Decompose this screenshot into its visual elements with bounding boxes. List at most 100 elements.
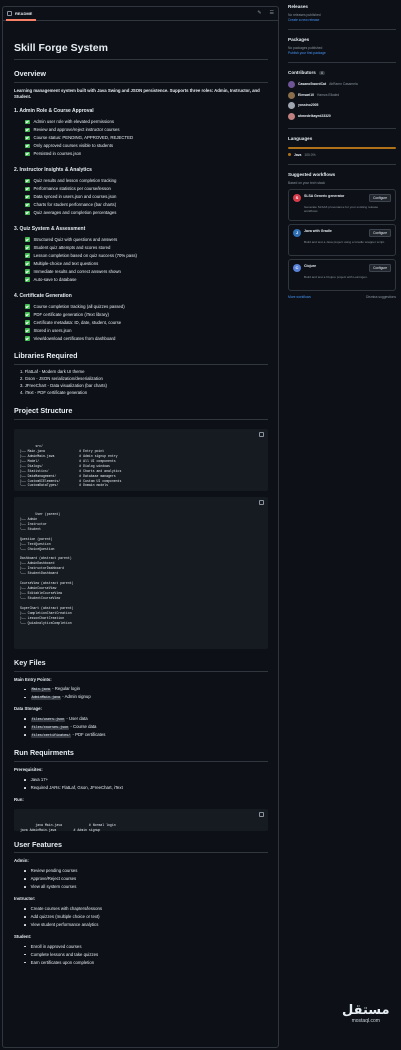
libraries-heading: Libraries Required <box>14 351 268 366</box>
checked-checkbox-icon[interactable] <box>25 328 30 333</box>
outline-menu-icon[interactable]: ☰ <box>270 10 274 17</box>
contributor-item[interactable]: Elmsari10 Hamza Elkaled <box>288 90 396 101</box>
task-item: Stored in users.json <box>25 326 268 334</box>
list-item-text: Review pending courses <box>30 868 78 874</box>
overview-heading: Overview <box>14 69 268 83</box>
library-item: 4. iText - PDF certificate generation <box>20 390 88 396</box>
task-item: Admin user role with elevated permission… <box>25 118 268 126</box>
task-item: Quiz results and lesson completion track… <box>25 177 268 185</box>
checked-checkbox-icon[interactable] <box>25 269 30 274</box>
checked-checkbox-icon[interactable] <box>25 186 30 192</box>
language-item[interactable]: Java 100.0% <box>288 153 396 157</box>
readme-tab[interactable]: README <box>7 11 32 16</box>
checked-checkbox-icon[interactable] <box>25 253 30 258</box>
task-text: Persisted in courses.json <box>33 151 82 157</box>
checked-checkbox-icon[interactable] <box>25 261 30 266</box>
checked-checkbox-icon[interactable] <box>25 119 30 125</box>
bullet-dot <box>24 878 26 880</box>
list-item: AdminMain.java - Admin signup <box>24 693 268 701</box>
copy-icon[interactable] <box>259 811 264 817</box>
copy-icon[interactable] <box>259 499 264 505</box>
checked-checkbox-icon[interactable] <box>25 151 30 157</box>
bullet-dot <box>24 696 26 699</box>
configure-button[interactable]: Configure <box>369 263 391 272</box>
task-text: Performance statistics per course/lesson <box>33 186 111 192</box>
configure-button[interactable]: Configure <box>369 228 391 237</box>
workflow-logo-icon: J <box>293 228 301 237</box>
book-icon <box>7 10 12 16</box>
code-run-text: java Main.java # Normal login java Admin… <box>20 823 116 833</box>
contributor-username[interactable]: ahmedelkayed23320 <box>298 114 331 119</box>
releases-title[interactable]: Releases <box>288 4 396 10</box>
contributors-count: 4 <box>318 71 325 76</box>
checked-checkbox-icon[interactable] <box>25 320 30 325</box>
avatar[interactable] <box>288 112 295 120</box>
avatar[interactable] <box>288 91 295 99</box>
java-color-dot <box>288 153 291 157</box>
publish-package-link[interactable]: Publish your first package <box>288 51 396 55</box>
contributor-item[interactable]: ahmedelkayed23320 <box>288 111 396 122</box>
prereq-label: Prerequisites: <box>14 766 43 772</box>
task-item: Student quiz attempts and scores stored <box>25 244 268 252</box>
create-release-link[interactable]: Create a new release <box>288 18 396 22</box>
task-item: Review and approve/reject instructor cou… <box>25 126 268 134</box>
languages-section: Languages Java 100.0% <box>288 136 396 165</box>
task-item: Course status: PENDING, APPROVED, REJECT… <box>25 134 268 142</box>
checked-checkbox-icon[interactable] <box>25 135 30 141</box>
checked-checkbox-icon[interactable] <box>25 194 30 200</box>
checked-checkbox-icon[interactable] <box>25 143 30 149</box>
readme-panel: README ✎ ☰ Skill Forge System Overview L… <box>2 6 279 1048</box>
list-item: Java 17+ <box>24 776 268 784</box>
checked-checkbox-icon[interactable] <box>25 202 30 208</box>
list-item-text: Create courses with chapters/lessons <box>30 905 103 911</box>
list-item-text: View all system courses <box>30 884 77 890</box>
readme-header: README ✎ ☰ <box>3 7 278 21</box>
checked-checkbox-icon[interactable] <box>25 245 30 250</box>
avatar[interactable] <box>288 81 295 89</box>
checked-checkbox-icon[interactable] <box>25 304 30 309</box>
task-item: View/download certificates from dashboar… <box>25 334 268 342</box>
list-item-text: - Course data <box>69 723 97 729</box>
list-item-text: - PDF certificates <box>71 731 106 737</box>
list-item-content: files/courses.json - Course data <box>30 723 97 731</box>
checked-checkbox-icon[interactable] <box>25 178 30 184</box>
inline-code: Main.java <box>30 688 51 693</box>
contributor-username[interactable]: Elmsari10 <box>298 93 314 98</box>
more-workflows-link[interactable]: More workflows <box>288 295 311 299</box>
task-item: Auto-save to database <box>25 276 268 284</box>
checked-checkbox-icon[interactable] <box>25 210 30 216</box>
workflow-name: SLSA Generic generator <box>304 193 345 198</box>
contributor-item[interactable]: CasanoSwordCat AbRamn Casamela <box>288 79 396 90</box>
library-item: 3. JFreeChart - Data visualization (bar … <box>20 383 107 389</box>
contributor-username[interactable]: yossino2005 <box>298 103 318 108</box>
list-item-text: Approve/Reject courses <box>30 876 77 882</box>
list-item-text: - Admin signup <box>61 694 91 700</box>
checked-checkbox-icon[interactable] <box>25 237 30 242</box>
checked-checkbox-icon[interactable] <box>25 336 30 341</box>
copy-icon[interactable] <box>259 431 264 437</box>
list-item-text: Add quizzes (multiple choice or text) <box>30 913 100 919</box>
list-item: View student performance analytics <box>24 921 268 929</box>
code-block-hierarchy: User (parent) ├── Admin ├── Instructor └… <box>14 496 268 649</box>
dismiss-suggestions-link[interactable]: Dismiss suggestions <box>366 295 396 299</box>
packages-title[interactable]: Packages <box>288 37 396 43</box>
readme-actions: ✎ ☰ <box>257 10 274 17</box>
list-item-content: AdminMain.java - Admin signup <box>30 694 91 701</box>
checked-checkbox-icon[interactable] <box>25 312 30 317</box>
edit-pencil-icon[interactable]: ✎ <box>257 10 261 17</box>
bullet-dot <box>24 870 26 872</box>
configure-button[interactable]: Configure <box>369 193 391 202</box>
task-text: View/download certificates from dashboar… <box>33 335 116 341</box>
list-item-text: View student performance analytics <box>30 921 99 927</box>
list-item-text: Complete lessons and take quizzes <box>30 951 99 957</box>
contributors-title[interactable]: Contributors 4 <box>288 70 396 76</box>
checked-checkbox-icon[interactable] <box>25 277 30 282</box>
contributor-username[interactable]: CasanoSwordCat <box>298 82 326 87</box>
contributor-item[interactable]: yossino2005 <box>288 100 396 111</box>
avatar[interactable] <box>288 102 295 110</box>
student-label: Student: <box>14 933 32 939</box>
checked-checkbox-icon[interactable] <box>25 127 30 133</box>
workflows-list: S SLSA Generic generator Configure Generate… <box>288 188 396 291</box>
list-item-text: Required JARs: FlatLaf, Gson, JFreeChart… <box>30 784 123 790</box>
task-item: Quiz averages and completion percentages <box>25 209 268 217</box>
